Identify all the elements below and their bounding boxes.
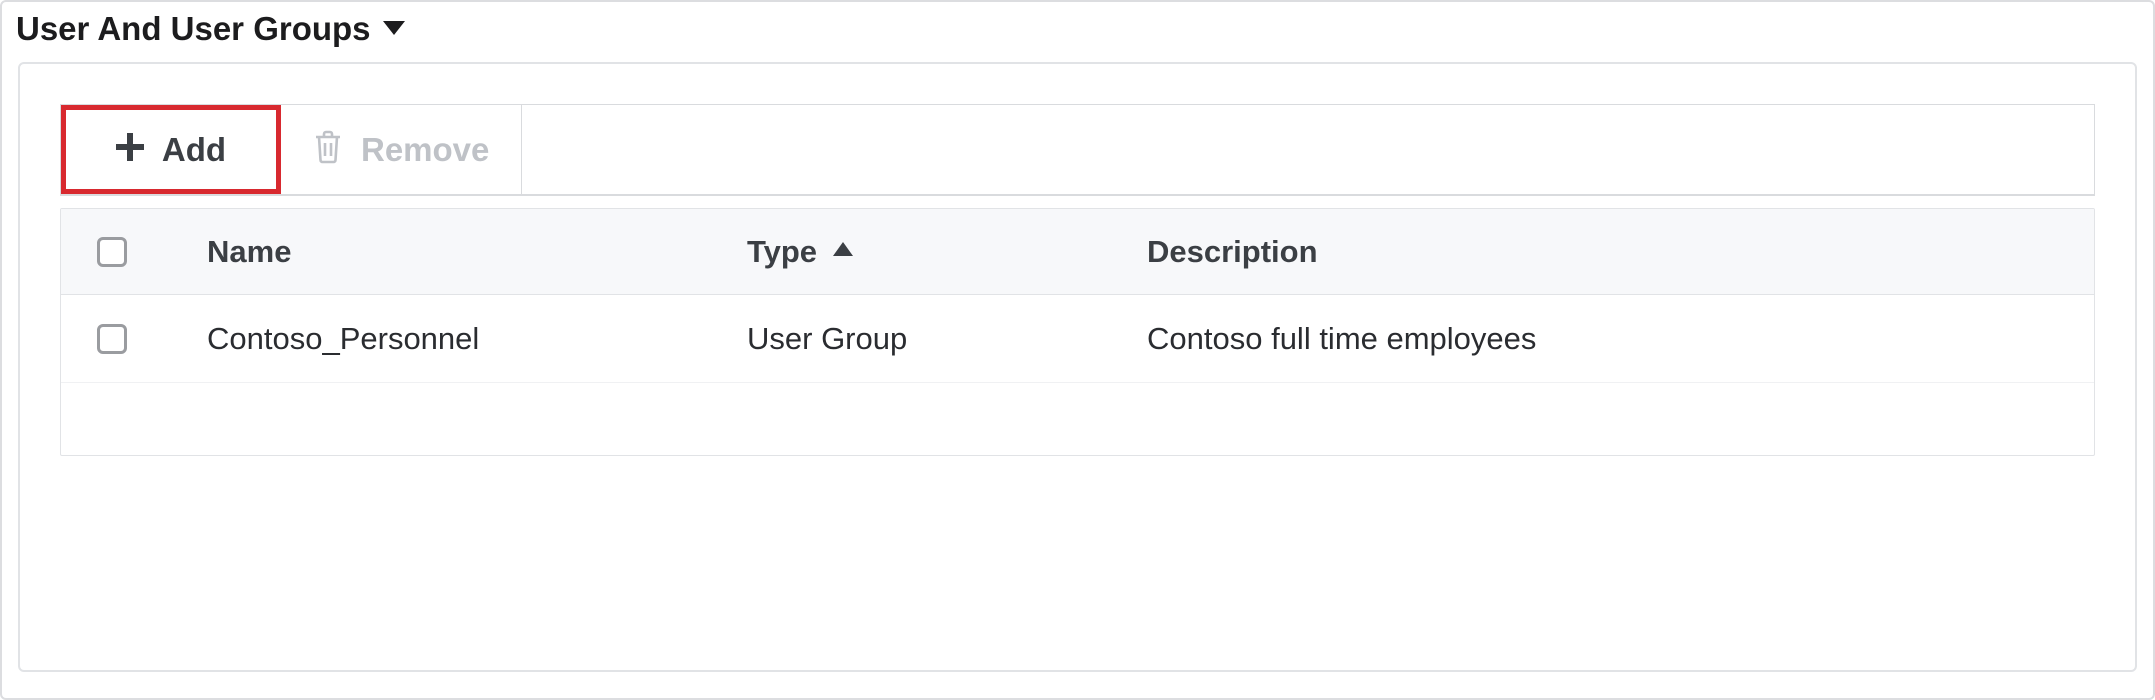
trash-icon xyxy=(313,130,343,169)
row-description: Contoso full time employees xyxy=(1147,321,2094,357)
plus-icon xyxy=(116,133,144,166)
add-button[interactable]: Add xyxy=(61,105,281,194)
table-header-row: Name Type Description xyxy=(61,209,2094,295)
remove-button[interactable]: Remove xyxy=(281,105,522,194)
toolbar-spacer xyxy=(522,105,2094,194)
row-type: User Group xyxy=(747,321,1147,357)
column-header-description[interactable]: Description xyxy=(1147,234,2094,270)
row-select-cell xyxy=(97,324,207,354)
table-row[interactable]: Contoso_Personnel User Group Contoso ful… xyxy=(61,295,2094,383)
table-empty-space xyxy=(61,383,2094,455)
select-all-checkbox[interactable] xyxy=(97,237,127,267)
column-header-name[interactable]: Name xyxy=(207,234,747,270)
remove-button-label: Remove xyxy=(361,131,489,169)
inner-panel: Add Remove xyxy=(18,62,2137,672)
row-checkbox[interactable] xyxy=(97,324,127,354)
section-header[interactable]: User And User Groups xyxy=(2,2,2153,62)
section-title: User And User Groups xyxy=(16,10,371,48)
select-all-cell xyxy=(97,237,207,267)
caret-down-icon xyxy=(383,21,405,37)
users-table: Name Type Description Contoso_Personnel … xyxy=(60,208,2095,456)
sort-asc-icon xyxy=(833,242,853,261)
column-header-type-label: Type xyxy=(747,234,817,270)
column-header-type[interactable]: Type xyxy=(747,234,1147,270)
add-button-label: Add xyxy=(162,131,226,169)
row-name: Contoso_Personnel xyxy=(207,321,747,357)
toolbar: Add Remove xyxy=(60,104,2095,196)
user-and-user-groups-panel: User And User Groups Add xyxy=(0,0,2155,700)
